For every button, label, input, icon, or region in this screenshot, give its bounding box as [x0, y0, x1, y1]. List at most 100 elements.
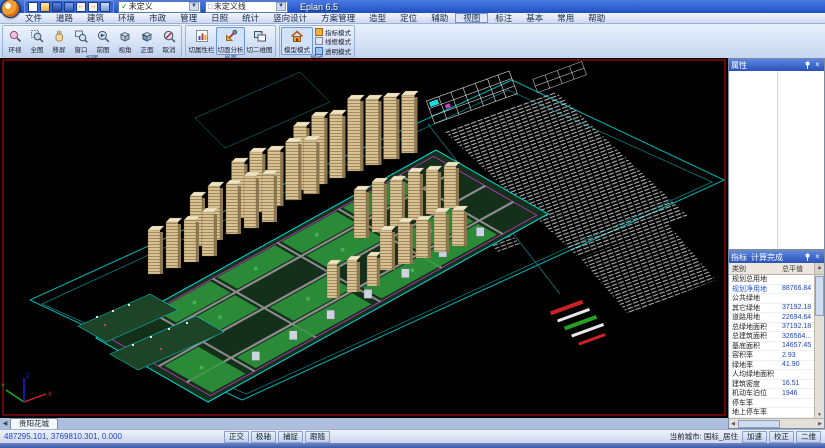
menu-item[interactable]: 帮助: [581, 13, 612, 23]
scroll-right-icon[interactable]: ▶: [816, 421, 824, 427]
status-right-buttons: 加速校正二维: [742, 431, 821, 443]
menu-item[interactable]: 建筑: [80, 13, 111, 23]
render-style-combo[interactable]: ✓ 未定义 ▼: [118, 1, 201, 13]
front-view-icon: [140, 29, 154, 43]
toggle-button[interactable]: 跟随: [305, 431, 330, 443]
menu-item[interactable]: 方案管理: [314, 13, 362, 23]
cancel-view-icon: [162, 29, 176, 43]
scroll-up-icon[interactable]: ▲: [814, 263, 824, 274]
status-button[interactable]: 加速: [742, 431, 767, 443]
section-analysis-button[interactable]: 切面分析: [216, 27, 245, 55]
zoom-window-button[interactable]: 窗口: [70, 27, 92, 55]
previous-view-button[interactable]: 前图: [92, 27, 114, 55]
model-mode-button[interactable]: 模型模式: [281, 27, 313, 55]
indicator-mode-icon: [315, 28, 323, 36]
toggle-button[interactable]: 捕捉: [278, 431, 303, 443]
indicator-mode-option[interactable]: 指标模式: [315, 28, 351, 35]
menu-item[interactable]: 标注: [488, 13, 519, 23]
section-analysis-icon: [224, 29, 238, 43]
switch-2d-button[interactable]: 切二维图: [245, 27, 274, 55]
quick-access-icon[interactable]: [76, 2, 86, 12]
toggle-button[interactable]: 正交: [224, 431, 249, 443]
horizontal-scrollbar[interactable]: ◀ ▶: [729, 418, 824, 428]
svg-text:X: X: [48, 392, 52, 398]
quick-access-toolbar: [24, 0, 114, 14]
ribbon-group-view: 环视 全图 移屏 窗口 前图: [2, 25, 182, 58]
menu-item[interactable]: 定位: [393, 13, 424, 23]
indicator-table-header: 类别 总平值 ▲: [729, 263, 824, 275]
vertical-scrollbar[interactable]: ▼: [814, 275, 824, 418]
transparent-mode-option[interactable]: 透明模式: [315, 47, 351, 54]
view-angle-button[interactable]: 视角: [114, 27, 136, 55]
orbit-icon: [8, 29, 22, 43]
drawing-tab[interactable]: 贵阳花城: [10, 418, 58, 429]
check-icon: ✓: [121, 2, 128, 11]
menu-item[interactable]: 管理: [173, 13, 204, 23]
menu-item[interactable]: 文件: [18, 13, 49, 23]
chevron-down-icon: ▼: [276, 2, 286, 11]
status-button[interactable]: 二维: [796, 431, 821, 443]
drafting-toggles: 正交极轴捕捉跟随: [224, 431, 330, 443]
viewport-3d-scene: X Y Z: [0, 58, 728, 418]
quick-access-icon[interactable]: [88, 2, 98, 12]
linetype-value: 未定义线: [214, 1, 276, 12]
menu-bar: 文件道路建筑环境市政管理日照统计竖向设计方案管理造型定位辅助视图标注基本常用帮助: [0, 13, 825, 24]
tab-scroll-left-icon[interactable]: ◀: [0, 419, 10, 429]
linetype-combo[interactable]: □ 未定义线 ▼: [205, 1, 288, 13]
front-view-button[interactable]: 正面: [136, 27, 158, 55]
zoom-extents-icon: [30, 29, 44, 43]
menu-item[interactable]: 常用: [550, 13, 581, 23]
indicator-panel-titlebar: 指标 计算完成 ×: [729, 251, 824, 263]
svg-text:Y: Y: [1, 384, 5, 390]
ribbon-toolbar: 环视 全图 移屏 窗口 前图: [0, 24, 825, 58]
mode-options: 指标模式 线框模式 透明模式: [313, 27, 353, 55]
drawing-tab-strip: ◀ 贵阳花城: [0, 418, 728, 429]
menu-item[interactable]: 日照: [204, 13, 235, 23]
close-icon[interactable]: ×: [813, 253, 822, 262]
drawing-viewport[interactable]: X Y Z: [0, 58, 728, 418]
quick-access-icon[interactable]: [100, 2, 110, 12]
close-icon[interactable]: ×: [813, 61, 822, 70]
chevron-down-icon: ▼: [189, 2, 199, 11]
menu-item[interactable]: 市政: [142, 13, 173, 23]
cancel-view-button[interactable]: 取消: [158, 27, 180, 55]
menu-item[interactable]: 造型: [362, 13, 393, 23]
menu-item[interactable]: 视图: [455, 13, 488, 23]
menu-item[interactable]: 辅助: [424, 13, 455, 23]
menu-item[interactable]: 道路: [49, 13, 80, 23]
indicator-table: 规划总用地 规划净用地 88766.84 公共绿地 其它绿地 37192.18 …: [729, 275, 824, 418]
quick-access-icon[interactable]: [40, 2, 50, 12]
status-button[interactable]: 校正: [769, 431, 794, 443]
orbit-view-button[interactable]: 环视: [4, 27, 26, 55]
table-row[interactable]: 屋顶绿地: [729, 418, 815, 419]
ribbon-group-mode: 模型模式 指标模式 线框模式 透明模式: [279, 25, 355, 58]
pin-icon[interactable]: [803, 253, 812, 262]
right-panel-column: 属性 × 指标 计算完成 × 类别 总平值: [728, 58, 825, 429]
quick-access-icon[interactable]: [64, 2, 74, 12]
pan-button[interactable]: 移屏: [48, 27, 70, 55]
menu-item[interactable]: 基本: [519, 13, 550, 23]
menu-item[interactable]: 统计: [235, 13, 266, 23]
quick-access-icon[interactable]: [52, 2, 62, 12]
menu-item[interactable]: 环境: [111, 13, 142, 23]
properties-panel-title: 属性: [731, 60, 747, 71]
pin-icon[interactable]: [803, 61, 812, 70]
status-bar: 487295.101, 3769810.301, 0.000 正交极轴捕捉跟随 …: [0, 429, 825, 443]
scrollbar-thumb[interactable]: [815, 276, 824, 316]
quick-access-icon[interactable]: [28, 2, 38, 12]
scrollbar-thumb[interactable]: [738, 420, 780, 428]
ucs-axis-icon: X Y Z: [1, 374, 52, 402]
bottom-window-edge: [0, 443, 825, 448]
scroll-down-icon[interactable]: ▼: [817, 412, 822, 418]
toggle-properties-button[interactable]: 切属性栏: [187, 27, 216, 55]
application-window: ✓ 未定义 ▼ □ 未定义线 ▼ Eplan 6.5 文件道路建筑环境市政管理日…: [0, 0, 825, 448]
scroll-left-icon[interactable]: ◀: [729, 421, 737, 427]
menu-item[interactable]: 竖向设计: [266, 13, 314, 23]
pan-icon: [52, 29, 66, 43]
zoom-all-button[interactable]: 全图: [26, 27, 48, 55]
toggle-properties-icon: [195, 29, 209, 43]
app-logo-icon[interactable]: [1, 0, 20, 18]
toggle-button[interactable]: 极轴: [251, 431, 276, 443]
wireframe-mode-option[interactable]: 线框模式: [315, 38, 351, 45]
ribbon-group-interface: 切属性栏 切面分析 切二维图 界面: [185, 25, 276, 58]
